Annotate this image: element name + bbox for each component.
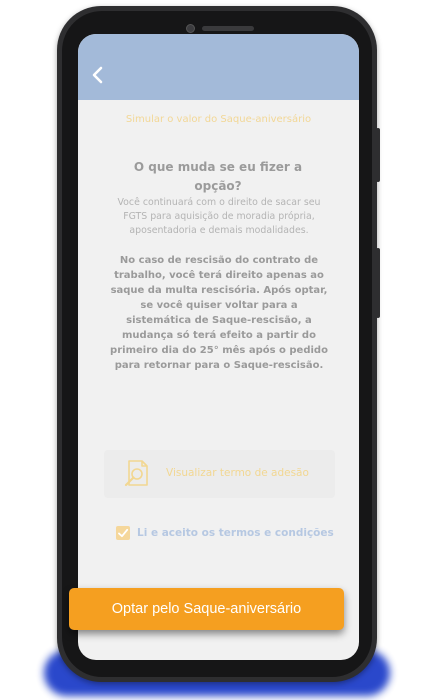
accept-terms-checkbox[interactable] [116, 526, 130, 540]
view-adhesion-term-button[interactable]: Visualizar termo de adesão [104, 450, 335, 498]
info-paragraph: Você continuará com o direito de sacar s… [117, 197, 321, 236]
earpiece-speaker [202, 26, 254, 31]
checkmark-icon [118, 528, 129, 538]
rescission-warning-paragraph: No caso de rescisão do contrato de traba… [110, 255, 328, 371]
section-question-heading: O que muda se eu fizer a opção? [133, 160, 303, 193]
side-button-upper [376, 128, 380, 182]
document-search-icon [122, 459, 150, 489]
side-button-lower [376, 248, 380, 318]
accept-terms-label: Li e aceito os termos e condições [137, 527, 334, 539]
accept-terms-row[interactable]: Li e aceito os termos e condições [116, 525, 336, 543]
view-adhesion-term-label: Visualizar termo de adesão [166, 467, 309, 479]
opt-saque-aniversario-button[interactable]: Optar pelo Saque-aniversário [69, 588, 344, 630]
simulate-value-link[interactable]: Simular o valor do Saque-aniversário [78, 114, 359, 125]
app-header [78, 34, 359, 100]
app-screen: Simular o valor do Saque-aniversário O q… [78, 34, 359, 660]
front-camera [186, 24, 195, 33]
chevron-left-icon[interactable] [90, 65, 106, 85]
